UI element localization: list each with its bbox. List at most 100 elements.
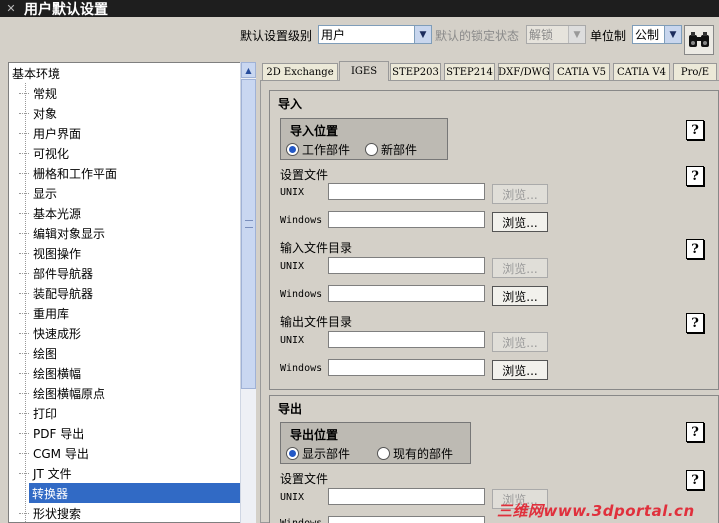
window-menu-icon[interactable]: ✕ [4, 2, 18, 15]
tab-catia-v4[interactable]: CATIA V4 [613, 63, 670, 81]
import-settings-unix-input[interactable] [328, 183, 485, 200]
tree-item[interactable]: 视图操作 [19, 243, 81, 263]
tab-label: DXF/DWG [498, 67, 550, 78]
radio-label: 新部件 [381, 143, 418, 157]
watermark-text: 三维网www.3dportal.cn [497, 502, 695, 520]
tab-proe[interactable]: Pro/E [673, 63, 717, 81]
tree-item[interactable]: 快速成形 [19, 323, 81, 343]
help-icon[interactable]: ? [686, 120, 704, 140]
tab-dxf-dwg[interactable]: DXF/DWG [498, 63, 550, 81]
help-glyph: ? [691, 122, 699, 138]
button-label: 浏览... [502, 363, 538, 378]
radio-work-part[interactable]: 工作部件 [286, 141, 350, 158]
tree-item[interactable]: JT 文件 [19, 463, 72, 483]
help-icon[interactable]: ? [686, 313, 704, 333]
button-label: 浏览... [502, 289, 538, 304]
tree-item-label: JT 文件 [33, 466, 72, 481]
tree-item-label: 基本光源 [33, 206, 82, 221]
help-glyph: ? [691, 424, 699, 440]
import-input-unix-input[interactable] [328, 257, 485, 274]
import-location-group: 导入位置 工作部件 新部件 [280, 118, 448, 160]
tree-item[interactable]: 编辑对象显示 [19, 223, 105, 243]
tree-item[interactable]: 栅格和工作平面 [19, 163, 117, 183]
tree-item[interactable]: 用户界面 [19, 123, 81, 143]
find-binoculars-icon[interactable] [684, 25, 714, 55]
tree-item[interactable]: 形状搜索 [19, 503, 81, 522]
tree-item-label: 部件导航器 [33, 266, 94, 281]
browse-button[interactable]: 浏览... [492, 212, 548, 232]
help-icon[interactable]: ? [686, 470, 704, 490]
tree-item[interactable]: PDF 导出 [19, 423, 85, 443]
unit-select-value: 公制 [635, 28, 660, 42]
radio-display-part[interactable]: 显示部件 [286, 445, 350, 462]
tree-item-label: 可视化 [33, 146, 70, 161]
button-label: 浏览... [502, 335, 538, 350]
browse-button: 浏览... [492, 258, 548, 278]
tab-label: CATIA V5 [557, 67, 606, 78]
radio-new-part[interactable]: 新部件 [365, 141, 417, 158]
tree-item-selected[interactable]: 转换器 [29, 483, 240, 503]
tab-strip: 2D Exchange IGES STEP203 STEP214 DXF/DWG… [260, 61, 719, 81]
tab-label: 2D Exchange [266, 67, 334, 78]
scroll-up-icon[interactable]: ▲ [241, 62, 256, 78]
button-label: 浏览... [502, 215, 538, 230]
tab-label: CATIA V4 [617, 67, 666, 78]
tree-item[interactable]: 部件导航器 [19, 263, 94, 283]
unix-label: UNIX [280, 492, 305, 503]
unit-label: 单位制 [590, 29, 627, 43]
tree-item-label: 打印 [33, 406, 58, 421]
help-glyph: ? [691, 168, 699, 184]
radio-unselected-icon [365, 143, 378, 156]
chevron-down-icon[interactable]: ▼ [664, 26, 681, 43]
radio-existing-part[interactable]: 现有的部件 [377, 445, 453, 462]
import-input-windows-input[interactable] [328, 285, 485, 302]
iges-tab-panel: 导入 导入位置 工作部件 新部件 ? 设置文件 ? UNIX 浏览... Win… [260, 80, 719, 523]
tab-step214[interactable]: STEP214 [444, 63, 495, 81]
tree-item[interactable]: 可视化 [19, 143, 70, 163]
category-tree: 基本环境 常规 对象 用户界面 可视化 栅格和工作平面 显示 基本光源 编辑对象… [8, 62, 256, 523]
tree-item[interactable]: 装配导航器 [19, 283, 93, 303]
tree-item[interactable]: 基本光源 [19, 203, 82, 223]
chevron-down-icon[interactable]: ▼ [414, 26, 431, 43]
help-icon[interactable]: ? [686, 166, 704, 186]
help-icon[interactable]: ? [686, 422, 704, 442]
tab-catia-v5[interactable]: CATIA V5 [553, 63, 610, 81]
tree-item[interactable]: 常规 [19, 83, 239, 103]
tree-item[interactable]: 打印 [19, 403, 58, 423]
tree-scrollbar[interactable]: ▲ [240, 62, 256, 523]
tab-label: STEP203 [392, 67, 439, 78]
tab-step203[interactable]: STEP203 [390, 63, 441, 81]
export-title: 导出 [278, 402, 303, 416]
export-location-group: 导出位置 显示部件 现有的部件 [280, 422, 471, 464]
import-output-windows-input[interactable] [328, 359, 485, 376]
import-settings-windows-input[interactable] [328, 211, 485, 228]
scroll-thumb[interactable] [241, 79, 256, 389]
help-icon[interactable]: ? [686, 239, 704, 259]
unit-select[interactable]: 公制 ▼ [632, 25, 682, 44]
tree-item-basic-env[interactable]: 基本环境 [12, 63, 60, 83]
tab-2d-exchange[interactable]: 2D Exchange [262, 63, 338, 81]
radio-selected-icon [286, 143, 299, 156]
tree-item[interactable]: 对象 [19, 103, 57, 123]
tab-iges[interactable]: IGES [339, 61, 389, 81]
tree-item[interactable]: CGM 导出 [19, 443, 89, 463]
import-input-dir-label: 输入文件目录 [280, 241, 353, 255]
tree-item[interactable]: 绘图横幅 [19, 363, 81, 383]
tree-item-label: CGM 导出 [33, 446, 89, 461]
tree-item[interactable]: 绘图横幅原点 [19, 383, 105, 403]
tree-item-label: PDF 导出 [33, 426, 85, 441]
tree-item[interactable]: 重用库 [19, 303, 69, 323]
tree-item[interactable]: 绘图 [19, 343, 57, 363]
tree-item[interactable]: 显示 [19, 183, 57, 203]
export-location-title: 导出位置 [290, 428, 339, 442]
import-output-dir-label: 输出文件目录 [280, 315, 353, 329]
tree-item-label: 基本环境 [12, 66, 61, 81]
browse-button[interactable]: 浏览... [492, 286, 548, 306]
button-label: 浏览... [502, 187, 538, 202]
export-settings-unix-input[interactable] [328, 488, 485, 505]
browse-button[interactable]: 浏览... [492, 360, 548, 380]
import-output-unix-input[interactable] [328, 331, 485, 348]
export-settings-windows-input[interactable] [328, 516, 485, 523]
unix-label: UNIX [280, 187, 305, 198]
level-select[interactable]: 用户 ▼ [318, 25, 432, 44]
